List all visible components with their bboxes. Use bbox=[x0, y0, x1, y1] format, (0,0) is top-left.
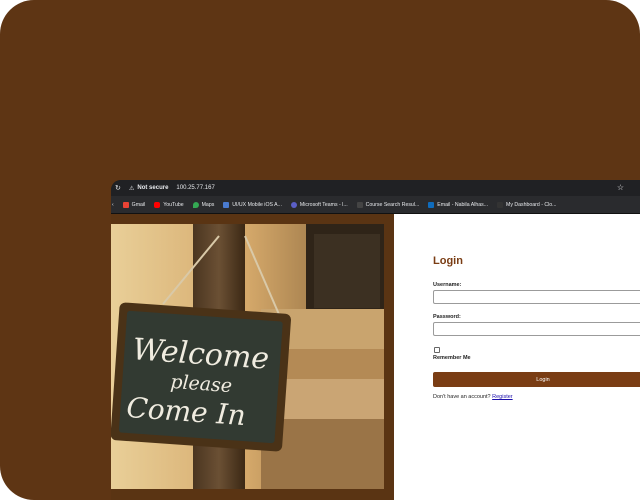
bookmark-label: Email - Nabila Alhas... bbox=[437, 201, 489, 208]
bookmark-dashboard[interactable]: My Dashboard - Clo... bbox=[497, 201, 557, 208]
gmail-icon bbox=[122, 201, 129, 208]
youtube-icon bbox=[154, 201, 161, 208]
bookmark-label: Course Search Resul... bbox=[365, 201, 420, 208]
bookmark-teams[interactable]: Microsoft Teams - l... bbox=[290, 201, 348, 208]
security-label[interactable]: Not secure bbox=[137, 185, 168, 191]
url-text[interactable]: 100.25.77.167 bbox=[176, 185, 214, 191]
bookmark-youtube[interactable]: YouTube bbox=[154, 201, 184, 208]
bookmark-course-search[interactable]: Course Search Resul... bbox=[356, 201, 420, 208]
bookmark-label: My Dashboard - Clo... bbox=[506, 201, 557, 208]
remember-me-checkbox[interactable] bbox=[434, 347, 440, 353]
address-bar[interactable]: ↻ ⚠ Not secure 100.25.77.167 ☆ bbox=[111, 180, 640, 196]
browser-window: ↻ ⚠ Not secure 100.25.77.167 ☆ ‹ Gmail Y… bbox=[111, 180, 640, 500]
login-title: Login bbox=[433, 255, 463, 267]
bookmark-email[interactable]: Email - Nabila Alhas... bbox=[428, 201, 489, 208]
bookmark-label: YouTube bbox=[163, 201, 184, 208]
username-input[interactable] bbox=[433, 290, 640, 304]
bookmark-maps[interactable]: Maps bbox=[192, 201, 215, 208]
register-prompt-text: Don't have an account? bbox=[433, 394, 491, 400]
bookmarks-bar: ‹ Gmail YouTube Maps UI/UX Mobile iOS A.… bbox=[111, 196, 640, 214]
login-button[interactable]: Login bbox=[433, 372, 640, 387]
welcome-sign-illustration: Welcome please Come In bbox=[111, 224, 384, 489]
login-form: Login Username: Password: Remember Me Lo… bbox=[394, 214, 640, 500]
sign-text-please: please bbox=[170, 371, 233, 397]
bookmark-label: UI/UX Mobile iOS A... bbox=[232, 201, 282, 208]
bookmark-label: Microsoft Teams - l... bbox=[299, 201, 348, 208]
bookmarks-overflow-icon[interactable]: ‹ bbox=[112, 202, 114, 208]
password-label: Password: bbox=[433, 314, 461, 320]
reload-icon[interactable]: ↻ bbox=[115, 184, 129, 192]
bookmark-label: Gmail bbox=[131, 201, 146, 208]
bookmark-gmail[interactable]: Gmail bbox=[122, 201, 146, 208]
register-prompt: Don't have an account? Register bbox=[433, 394, 513, 400]
register-link[interactable]: Register bbox=[492, 394, 512, 400]
app-icon bbox=[223, 201, 230, 208]
remember-me-label: Remember Me bbox=[433, 355, 471, 361]
teams-icon bbox=[290, 201, 297, 208]
bookmark-uiux[interactable]: UI/UX Mobile iOS A... bbox=[223, 201, 282, 208]
username-label: Username: bbox=[433, 282, 462, 288]
password-input[interactable] bbox=[433, 322, 640, 336]
page-icon bbox=[356, 201, 363, 208]
maps-icon bbox=[192, 201, 199, 208]
warning-icon[interactable]: ⚠ bbox=[129, 185, 134, 192]
page-content: Welcome please Come In Login Username: P… bbox=[111, 214, 640, 500]
dashboard-icon bbox=[497, 201, 504, 208]
bookmark-label: Maps bbox=[201, 201, 215, 208]
outlook-icon bbox=[428, 201, 435, 208]
bookmark-star-icon[interactable]: ☆ bbox=[617, 183, 624, 192]
welcome-sign-photo: Welcome please Come In bbox=[111, 224, 384, 489]
